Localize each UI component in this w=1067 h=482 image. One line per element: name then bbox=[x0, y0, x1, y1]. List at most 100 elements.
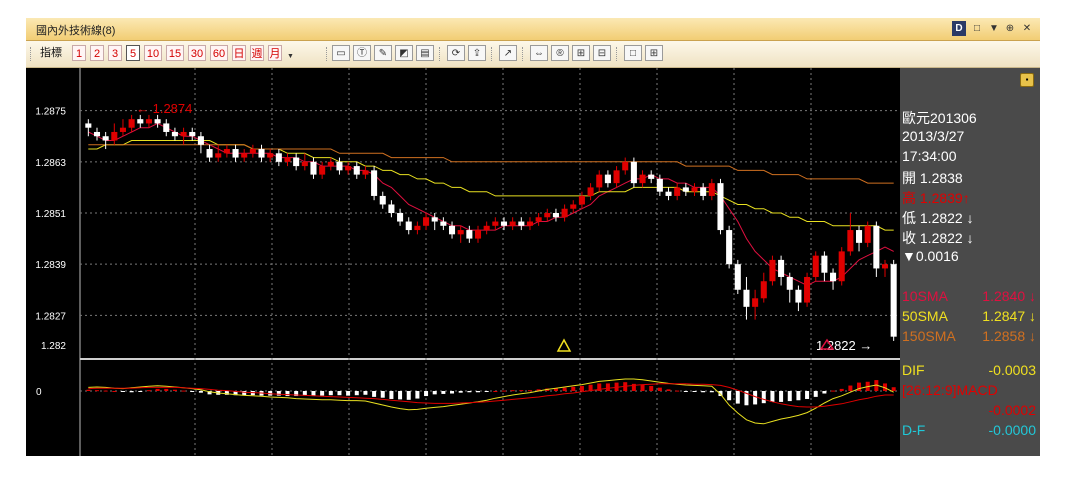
candle bbox=[544, 213, 551, 218]
line-tool-icon[interactable]: ▭ bbox=[332, 45, 350, 61]
refresh-icon[interactable]: ⟳ bbox=[447, 45, 465, 61]
candle bbox=[371, 170, 378, 196]
toolbar-separator bbox=[491, 47, 494, 61]
candle bbox=[405, 221, 412, 231]
df-label: D-F bbox=[902, 422, 926, 438]
d-logo-icon[interactable]: D bbox=[952, 21, 966, 36]
erase-tool-icon[interactable]: ◩ bbox=[395, 45, 413, 61]
macd-bar bbox=[120, 391, 125, 392]
toolbar-grip[interactable] bbox=[30, 47, 33, 61]
high-label: 高 bbox=[902, 190, 916, 206]
macd-bar bbox=[337, 391, 342, 396]
candle bbox=[388, 204, 395, 213]
candle bbox=[145, 119, 152, 124]
candle bbox=[769, 259, 776, 282]
export-icon[interactable]: ⇪ bbox=[468, 45, 486, 61]
candle bbox=[301, 161, 308, 167]
macd-bar bbox=[683, 391, 688, 392]
macd-bar bbox=[389, 391, 394, 399]
period-button-5[interactable]: 5 bbox=[126, 45, 140, 61]
candle bbox=[163, 123, 170, 132]
macd-bar bbox=[354, 391, 359, 396]
period-button-3[interactable]: 3 bbox=[108, 45, 122, 61]
lock-icon[interactable]: ▪ bbox=[1020, 73, 1034, 87]
macd-bar bbox=[501, 390, 506, 392]
macd-bar bbox=[753, 391, 758, 405]
candle bbox=[500, 221, 508, 226]
candle bbox=[890, 264, 897, 337]
candle bbox=[241, 153, 248, 158]
low-arrow: ↓ bbox=[966, 210, 974, 226]
zoom-in-icon[interactable]: ⊞ bbox=[572, 45, 590, 61]
macd-bar bbox=[770, 391, 775, 402]
info-close: 收 1.2822 ↓ bbox=[902, 228, 974, 248]
candle bbox=[232, 149, 239, 158]
candle bbox=[474, 230, 482, 239]
indicator-menu[interactable]: 指標 bbox=[38, 45, 64, 61]
period-button-60[interactable]: 60 bbox=[210, 45, 228, 61]
macd-bar bbox=[649, 385, 654, 391]
y-tick-label: 1.2875 bbox=[35, 107, 66, 118]
macd-bar bbox=[735, 391, 740, 404]
open-label: 開 bbox=[902, 170, 916, 186]
menu-dropdown-icon[interactable]: ▼ bbox=[988, 21, 1000, 36]
macd-bar bbox=[190, 391, 195, 392]
chart-type-icon[interactable]: ↗ bbox=[499, 45, 517, 61]
macd-bar bbox=[86, 389, 91, 391]
restore-icon[interactable]: □ bbox=[970, 21, 984, 36]
candle bbox=[760, 281, 767, 299]
grid-pane-icon[interactable]: ⊞ bbox=[645, 45, 663, 61]
macd-bar bbox=[181, 390, 186, 392]
candle bbox=[128, 119, 135, 128]
print-icon[interactable]: ▤ bbox=[416, 45, 434, 61]
single-pane-icon[interactable]: □ bbox=[624, 45, 642, 61]
candle bbox=[665, 191, 672, 196]
period-button-週[interactable]: 週 bbox=[250, 45, 264, 61]
chart-window: 國內外技術線(8) D □ ▼ ⊕ ✕ 指標 1 2 3 5 10 15 30 60 日週月 ▼ … bbox=[26, 18, 1040, 456]
macd-bar bbox=[822, 391, 827, 394]
period-button-日[interactable]: 日 bbox=[232, 45, 246, 61]
close-label: 收 bbox=[902, 230, 916, 246]
price-chart[interactable]: 1.2875 1.2863 1.2851 1.2839 1.2827 1.282 0 ← 1.… bbox=[26, 68, 900, 456]
period-button-2[interactable]: 2 bbox=[90, 45, 104, 61]
zoom-out-icon[interactable]: ⊟ bbox=[593, 45, 611, 61]
macd-bar bbox=[692, 391, 697, 392]
candle bbox=[353, 166, 360, 175]
candle bbox=[622, 161, 629, 171]
candle bbox=[708, 183, 715, 196]
macd-bar bbox=[571, 386, 576, 391]
pen-tool-icon[interactable]: ✎ bbox=[374, 45, 392, 61]
period-button-月[interactable]: 月 bbox=[268, 45, 282, 61]
candle bbox=[535, 217, 542, 222]
period-button-15[interactable]: 15 bbox=[166, 45, 184, 61]
pin-icon[interactable]: ⊕ bbox=[1004, 21, 1016, 36]
candle bbox=[267, 153, 274, 158]
period-button-30[interactable]: 30 bbox=[188, 45, 206, 61]
candle bbox=[734, 264, 741, 290]
macd-bar bbox=[666, 389, 671, 391]
info-symbol: 歐元201306 bbox=[902, 110, 977, 126]
close-icon[interactable]: ✕ bbox=[1020, 21, 1034, 36]
text-tool-icon[interactable]: Ⓣ bbox=[353, 45, 371, 61]
period-button-1[interactable]: 1 bbox=[72, 45, 86, 61]
macd-bar bbox=[363, 391, 368, 395]
period-more-icon[interactable]: ▼ bbox=[287, 53, 294, 60]
candle bbox=[674, 187, 681, 196]
macd-bar bbox=[779, 391, 784, 402]
macd-bar bbox=[579, 385, 584, 391]
candle bbox=[726, 230, 733, 265]
fit-width-icon[interactable]: ⇔ bbox=[530, 45, 548, 61]
candle bbox=[137, 119, 144, 124]
info-low: 低 1.2822 ↓ bbox=[902, 208, 974, 228]
macd-bar bbox=[857, 382, 862, 391]
macd-bar bbox=[164, 388, 169, 391]
macd-bar bbox=[441, 391, 446, 394]
period-button-10[interactable]: 10 bbox=[144, 45, 162, 61]
candle bbox=[656, 178, 663, 192]
candle bbox=[154, 119, 161, 124]
candle bbox=[223, 149, 230, 154]
sma50-label: 50SMA bbox=[902, 308, 948, 324]
macd-bar bbox=[172, 389, 177, 391]
reset-zoom-icon[interactable]: ® bbox=[551, 45, 569, 61]
candle bbox=[180, 131, 187, 137]
